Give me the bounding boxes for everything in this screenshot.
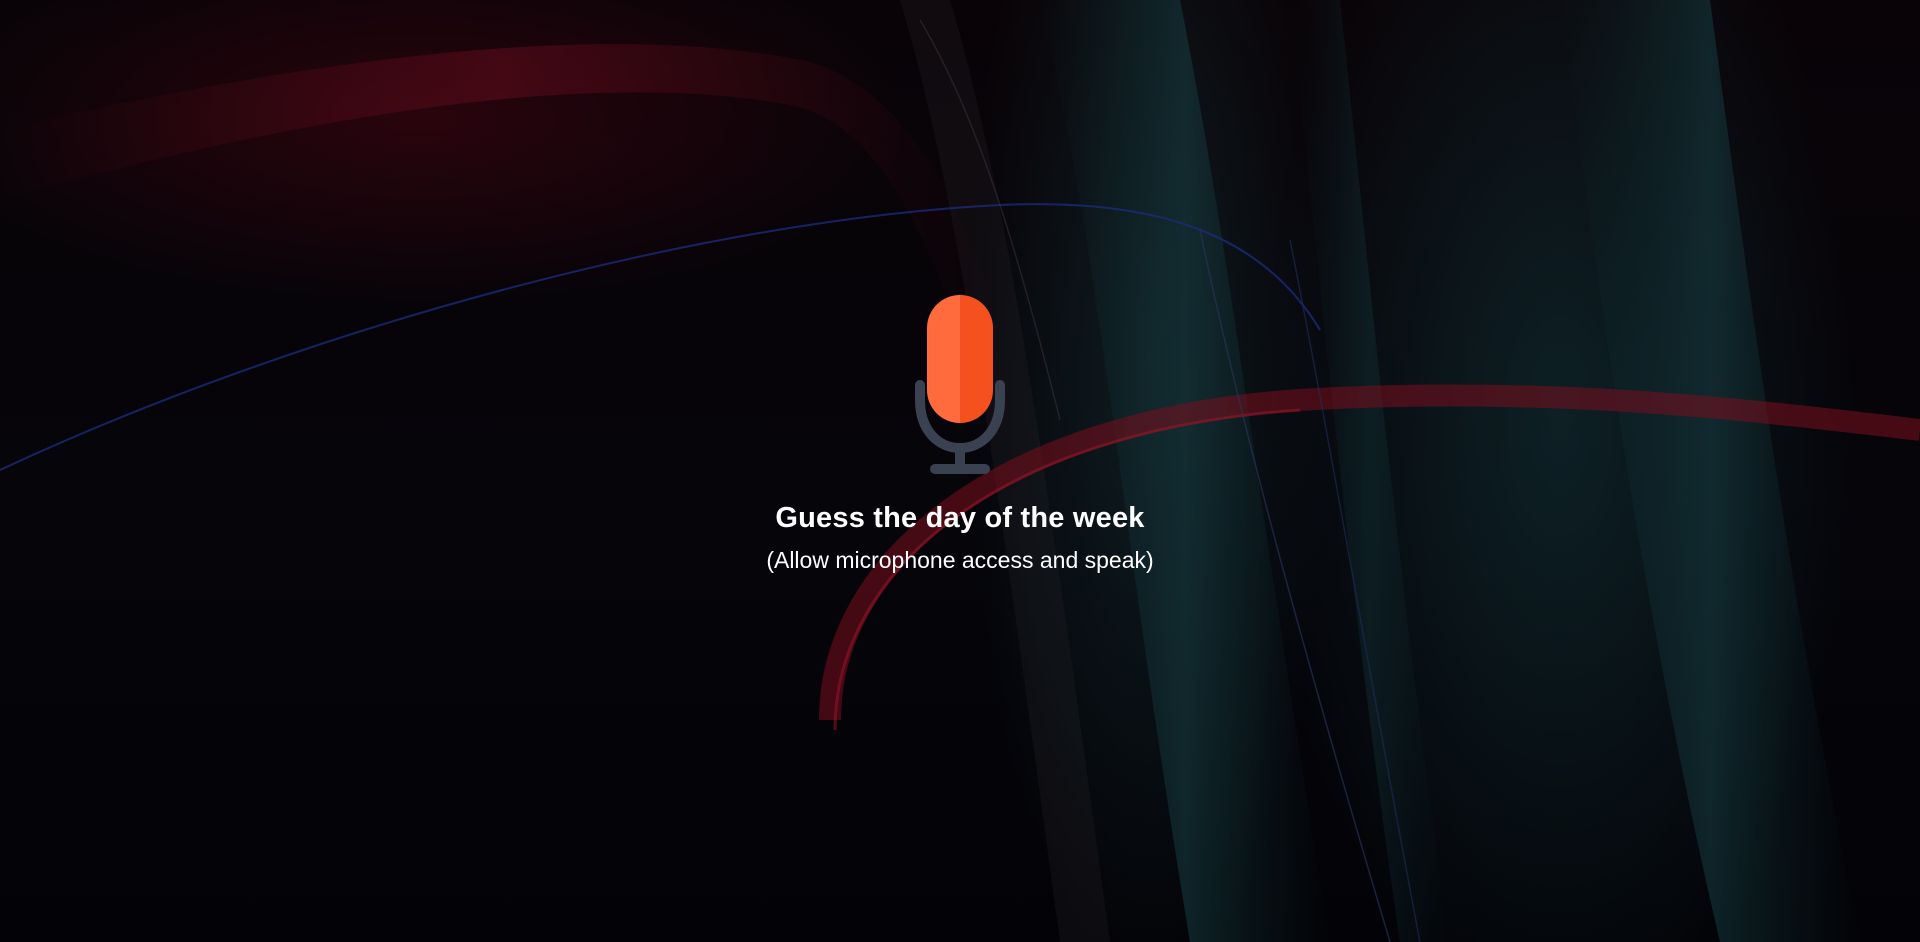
microphone-icon <box>900 290 1020 480</box>
prompt-subtitle: (Allow microphone access and speak) <box>766 547 1154 573</box>
prompt-panel: Guess the day of the week (Allow microph… <box>0 290 1920 574</box>
voice-prompt-screen: Guess the day of the week (Allow microph… <box>0 0 1920 942</box>
prompt-title: Guess the day of the week <box>775 502 1145 534</box>
